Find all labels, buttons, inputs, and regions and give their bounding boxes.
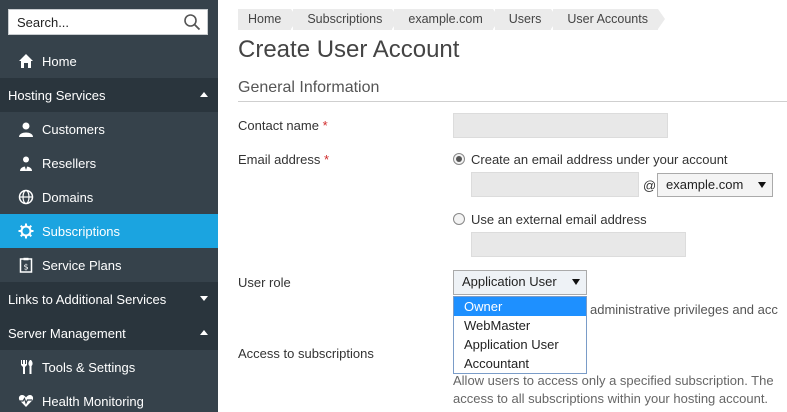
service-plan-icon: $ [17,256,35,274]
sidebar-section-hosting-services[interactable]: Hosting Services [0,78,218,112]
search-input[interactable] [9,10,179,34]
search-icon[interactable] [183,13,201,31]
svg-text:$: $ [23,263,28,272]
role-option-webmaster[interactable]: WebMaster [454,316,586,335]
contact-name-label-text: Contact name [238,118,319,133]
contact-name-label: Contact name * [238,118,328,133]
collapse-icon[interactable] [200,330,208,335]
email-external-label: Use an external email address [471,212,647,227]
email-external-field[interactable] [471,232,686,257]
sidebar-item-label: Service Plans [42,257,122,273]
user-role-value: Application User [462,274,557,289]
tools-icon [17,358,35,376]
page-title: Create User Account [238,36,460,63]
user-role-label: User role [238,275,291,290]
email-address-label-text: Email address [238,152,321,167]
collapse-icon[interactable] [200,92,208,97]
expand-icon[interactable] [200,296,208,301]
sidebar-item-home[interactable]: Home [0,44,218,78]
sidebar-item-label: Tools & Settings [42,359,136,375]
heart-monitor-icon [17,392,35,410]
breadcrumb-users[interactable]: Users [494,9,559,30]
sidebar: Home Hosting Services Customers Reseller… [0,0,218,412]
main-content: Home Subscriptions example.com Users Use… [218,0,787,412]
breadcrumb-domain[interactable]: example.com [394,9,501,30]
breadcrumb-subscriptions[interactable]: Subscriptions [293,9,400,30]
at-sign: @ [643,178,657,193]
breadcrumb: Home Subscriptions example.com Users Use… [238,9,665,30]
sidebar-item-subscriptions[interactable]: Subscriptions [0,214,218,248]
email-username-field[interactable] [471,172,639,197]
sidebar-section-links-additional-services[interactable]: Links to Additional Services [0,282,218,316]
search-box[interactable] [8,9,208,35]
customer-icon [17,120,35,138]
email-external-radio[interactable] [453,213,465,225]
user-role-hint: administrative privileges and acc [590,302,778,317]
sidebar-item-health-monitoring[interactable]: Health Monitoring [0,384,218,412]
contact-name-field[interactable] [453,113,668,138]
sidebar-item-label: Subscriptions [42,223,121,239]
dropdown-arrow-icon [758,182,766,188]
access-hint-line2: access to all subscriptions within your … [453,391,769,406]
section-title: General Information [238,79,380,96]
sidebar-item-label: Health Monitoring [42,393,144,409]
sidebar-section-label: Links to Additional Services [8,291,167,307]
sidebar-item-label: Home [42,53,77,69]
email-domain-select[interactable]: example.com [657,173,773,197]
gear-icon [17,222,35,240]
sidebar-item-label: Customers [42,121,105,137]
role-option-owner[interactable]: Owner [454,297,586,316]
sidebar-section-label: Hosting Services [8,87,106,103]
dropdown-arrow-icon [572,279,580,285]
user-role-dropdown-list: Owner WebMaster Application User Account… [453,296,587,374]
sidebar-item-label: Domains [42,189,94,205]
email-internal-radio[interactable] [453,153,465,165]
breadcrumb-user-accounts[interactable]: User Accounts [553,9,665,30]
sidebar-item-label: Resellers [42,155,97,171]
breadcrumb-home[interactable]: Home [238,9,299,30]
email-internal-label: Create an email address under your accou… [471,152,728,167]
sidebar-item-service-plans[interactable]: $ Service Plans [0,248,218,282]
sidebar-section-label: Server Management [8,325,126,341]
sidebar-item-resellers[interactable]: Resellers [0,146,218,180]
access-subscriptions-label: Access to subscriptions [238,346,374,361]
email-domain-value: example.com [666,177,744,192]
email-address-label: Email address * [238,152,329,167]
reseller-icon [17,154,35,172]
role-option-application-user[interactable]: Application User [454,335,586,354]
sidebar-item-customers[interactable]: Customers [0,112,218,146]
user-role-select[interactable]: Application User [453,270,587,295]
required-mark: * [322,118,328,133]
role-option-accountant[interactable]: Accountant [454,354,586,373]
sidebar-item-domains[interactable]: Domains [0,180,218,214]
sidebar-item-tools-settings[interactable]: Tools & Settings [0,350,218,384]
access-hint-line1: Allow users to access only a specified s… [453,373,774,388]
sidebar-section-server-management[interactable]: Server Management [0,316,218,350]
required-mark: * [324,152,330,167]
section-divider [238,101,787,102]
globe-icon [17,188,35,206]
home-icon [17,52,35,70]
